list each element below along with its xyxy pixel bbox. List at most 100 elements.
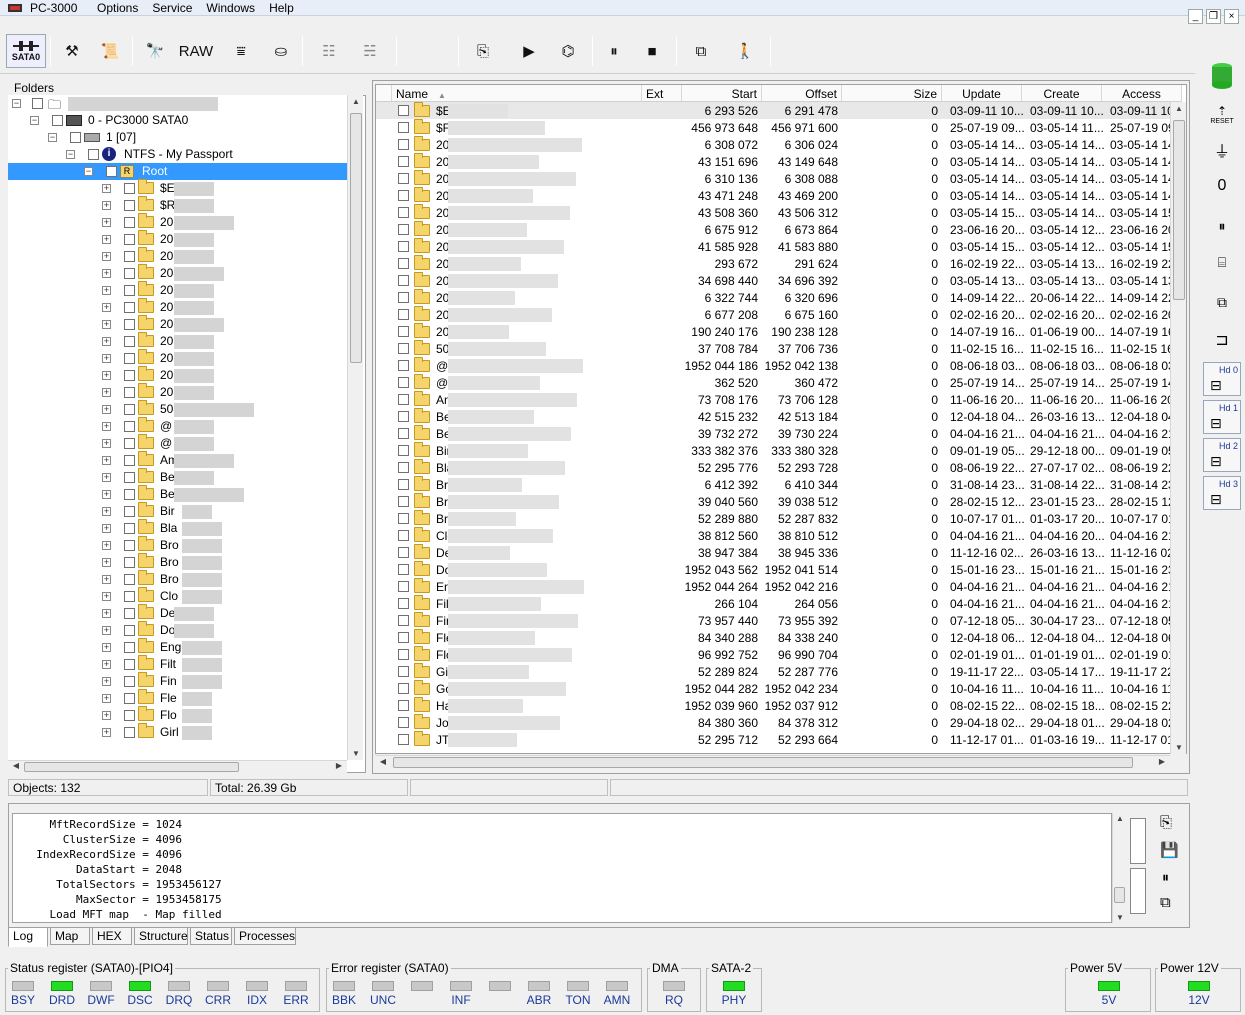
expand-icon[interactable]: + <box>102 354 111 363</box>
tree-node-folder[interactable]: +20 <box>8 230 348 248</box>
tree-checkbox[interactable] <box>124 353 135 364</box>
expand-icon[interactable]: + <box>102 592 111 601</box>
row-checkbox[interactable] <box>398 190 409 201</box>
list-row[interactable]: $F 456 973 648 456 971 600 0 25-07-19 09... 0… <box>376 119 1176 136</box>
row-checkbox[interactable] <box>398 734 409 745</box>
tree-node-folder[interactable]: + Bro <box>8 536 348 554</box>
row-checkbox[interactable] <box>398 717 409 728</box>
export-icon[interactable]: ⎘ <box>468 34 498 68</box>
tree-node-folder[interactable]: +20 <box>8 366 348 384</box>
expand-icon[interactable]: + <box>102 218 111 227</box>
tree-node-folder[interactable]: +20 <box>8 383 348 401</box>
scroll-icon[interactable]: 📜 <box>96 34 124 68</box>
list-row[interactable]: $E 6 293 526 6 291 478 0 03-09-11 10... 03-09… <box>376 102 1176 119</box>
tree-checkbox[interactable] <box>124 455 135 466</box>
list-row[interactable]: Bla 52 295 776 52 293 728 0 08-06-19 22... 27… <box>376 459 1176 476</box>
list-row[interactable]: 20 6 675 912 6 673 864 0 23-06-16 20... 03-05… <box>376 221 1176 238</box>
list-row[interactable]: Fir 73 957 440 73 955 392 0 07-12-18 05... 30… <box>376 612 1176 629</box>
expand-icon[interactable]: + <box>102 609 111 618</box>
expand-icon[interactable]: + <box>102 711 111 720</box>
list-row[interactable]: Ha 1952 039 960 1952 037 912 0 08-02-15 22..… <box>376 697 1176 714</box>
column-header-name[interactable]: Name ▲ <box>392 85 642 102</box>
column-header-update[interactable]: Update <box>942 85 1022 102</box>
row-checkbox[interactable] <box>398 224 409 235</box>
list-row[interactable]: Br 39 040 560 39 038 512 0 28-02-15 12... 23-… <box>376 493 1176 510</box>
list-row[interactable]: Gi 52 289 824 52 287 776 0 19-11-17 22... 03-… <box>376 663 1176 680</box>
tab-status[interactable]: Status <box>190 927 232 945</box>
list-row[interactable]: 20 43 508 360 43 506 312 0 03-05-14 15... 03-… <box>376 204 1176 221</box>
tree-checkbox[interactable] <box>124 659 135 670</box>
list-row[interactable]: De 38 947 384 38 945 336 0 11-12-16 02... 26-… <box>376 544 1176 561</box>
tree-network-icon[interactable]: ☵ <box>352 34 388 68</box>
tree-checkbox[interactable] <box>106 166 117 177</box>
expand-icon[interactable]: + <box>102 371 111 380</box>
tree-checkbox[interactable] <box>124 336 135 347</box>
scroll-thumb[interactable] <box>24 762 239 772</box>
list-row[interactable]: Be 39 732 272 39 730 224 0 04-04-16 21... 04-… <box>376 425 1176 442</box>
tab-log[interactable]: Log <box>8 927 48 947</box>
log-vertical-scrollbar[interactable]: ▲ ▼ <box>1112 813 1126 923</box>
tree-node-folder[interactable]: +20 <box>8 247 348 265</box>
column-header-create[interactable]: Create <box>1022 85 1102 102</box>
row-checkbox[interactable] <box>398 258 409 269</box>
list-row[interactable]: Flo 96 992 752 96 990 704 0 02-01-19 01... 01… <box>376 646 1176 663</box>
tree-checkbox[interactable] <box>124 727 135 738</box>
hd3-button[interactable]: Hd 3 ⊟ <box>1203 476 1241 510</box>
list-vertical-scrollbar[interactable]: ▲ ▼ <box>1170 102 1186 754</box>
log-level-slider-top[interactable] <box>1130 818 1146 864</box>
tree-checkbox[interactable] <box>124 472 135 483</box>
tree-checkbox[interactable] <box>124 268 135 279</box>
log-copy-icon[interactable]: ⧉ <box>1160 894 1171 911</box>
expand-icon[interactable]: + <box>102 303 111 312</box>
tab-structure[interactable]: Structure <box>134 927 188 945</box>
tab-hex[interactable]: HEX <box>92 927 132 945</box>
tree-node-folder[interactable]: + Bir <box>8 502 348 520</box>
row-checkbox[interactable] <box>398 683 409 694</box>
menu-help[interactable]: Help <box>262 0 301 16</box>
expand-icon[interactable]: + <box>102 388 111 397</box>
list-row[interactable]: An 73 708 176 73 706 128 0 11-06-16 20... 11-… <box>376 391 1176 408</box>
restore-button[interactable]: ❐ <box>1206 9 1221 24</box>
list-row[interactable]: Fle 84 340 288 84 338 240 0 12-04-18 06... 12… <box>376 629 1176 646</box>
list-row[interactable]: 20 43 151 696 43 149 648 0 03-05-14 14... 03-… <box>376 153 1176 170</box>
pause-side-icon[interactable]: ⏸ <box>1204 210 1240 242</box>
list-row[interactable]: 20 34 698 440 34 696 392 0 03-05-14 13... 03-… <box>376 272 1176 289</box>
row-checkbox[interactable] <box>398 632 409 643</box>
list-row[interactable]: 20 6 322 744 6 320 696 0 14-09-14 22... 20-06… <box>376 289 1176 306</box>
hd1-button[interactable]: Hd 1 ⊟ <box>1203 400 1241 434</box>
tree-vertical-scrollbar[interactable]: ▲ ▼ <box>347 95 363 760</box>
tree-checkbox[interactable] <box>124 319 135 330</box>
expand-icon[interactable]: + <box>102 235 111 244</box>
menu-service[interactable]: Service <box>145 0 199 16</box>
expand-icon[interactable]: + <box>102 405 111 414</box>
row-checkbox[interactable] <box>398 700 409 711</box>
tree-checkbox[interactable] <box>124 489 135 500</box>
list-row[interactable]: 20 6 677 208 6 675 160 0 02-02-16 20... 02-02… <box>376 306 1176 323</box>
list-row[interactable]: Bir 333 382 376 333 380 328 0 09-01-19 05...… <box>376 442 1176 459</box>
list-row[interactable]: @1952 044 186 1952 042 138 0 08-06-18 03...… <box>376 357 1176 374</box>
row-checkbox[interactable] <box>398 309 409 320</box>
tree-checkbox[interactable] <box>88 149 99 160</box>
tree-checkbox[interactable] <box>124 404 135 415</box>
expand-icon[interactable]: + <box>102 626 111 635</box>
hd0-button[interactable]: Hd 0 ⊟ <box>1203 362 1241 396</box>
list-row[interactable]: Br 6 412 392 6 410 344 0 31-08-14 23... 31-08… <box>376 476 1176 493</box>
tree-node-folder[interactable]: + De <box>8 604 348 622</box>
log-level-slider-bottom[interactable] <box>1130 868 1146 914</box>
row-checkbox[interactable] <box>398 479 409 490</box>
row-checkbox[interactable] <box>398 275 409 286</box>
split-icon[interactable]: ⩸ <box>226 34 256 68</box>
tree-checkbox[interactable] <box>124 183 135 194</box>
tree-node-filesystem[interactable]: − i NTFS - My Passport <box>8 146 348 163</box>
expand-icon[interactable]: + <box>102 694 111 703</box>
row-checkbox[interactable] <box>398 173 409 184</box>
expand-icon[interactable]: + <box>102 439 111 448</box>
expand-icon[interactable]: + <box>102 490 111 499</box>
row-checkbox[interactable] <box>398 122 409 133</box>
tree-checkbox[interactable] <box>124 302 135 313</box>
row-checkbox[interactable] <box>398 598 409 609</box>
tree-node-folder[interactable]: + Filt <box>8 655 348 673</box>
tree-node-folder[interactable]: +20 <box>8 298 348 316</box>
tree-node-folder[interactable]: + $E <box>8 179 348 197</box>
tree-checkbox[interactable] <box>124 387 135 398</box>
